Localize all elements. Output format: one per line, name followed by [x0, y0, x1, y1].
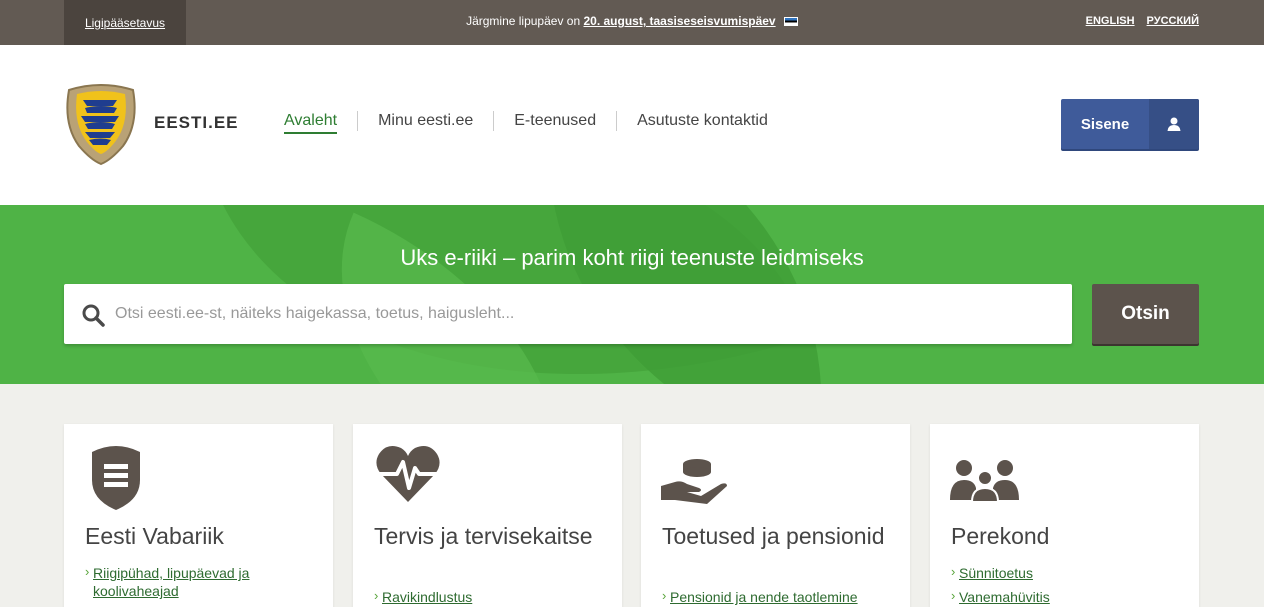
search-icon	[82, 304, 105, 327]
category-card-eesti-vabariik[interactable]: Eesti Vabariik Riigipühad, lipupäevad ja…	[64, 424, 333, 607]
coat-of-arms-logo[interactable]	[63, 84, 139, 166]
login-label: Sisene	[1080, 115, 1130, 133]
nav-home[interactable]: Avaleht	[284, 111, 357, 134]
lang-russian[interactable]: РУССКИЙ	[1147, 15, 1199, 27]
estonian-flag-icon	[783, 17, 798, 27]
category-card-perekond[interactable]: Perekond Sünnitoetus Vanemahüvitis	[930, 424, 1199, 607]
card-links: Pensionid ja nende taotlemine	[662, 587, 858, 607]
card-links: Sünnitoetus Vanemahüvitis	[951, 563, 1050, 607]
category-card-tervis[interactable]: Tervis ja tervisekaitse Ravikindlustus	[353, 424, 622, 607]
flag-day-link[interactable]: 20. august, taasiseseisvumispäev	[583, 14, 775, 28]
card-link[interactable]: Ravikindlustus	[374, 587, 472, 606]
card-link-text[interactable]: Riigipühad, lipupäevad ja koolivaheajad	[93, 565, 249, 599]
card-link[interactable]: Pensionid ja nende taotlemine	[662, 587, 858, 606]
flag-day-text: Järgmine lipupäev on	[466, 14, 581, 28]
nav-home-label: Avaleht	[284, 112, 338, 134]
card-title: Perekond	[951, 523, 1050, 549]
card-links: Ravikindlustus	[374, 587, 472, 607]
card-link[interactable]: Vanemahüvitis	[951, 587, 1050, 606]
nav-e-services[interactable]: E-teenused	[493, 111, 616, 131]
hero-banner: Uks e-riiki – parim koht riigi teenuste …	[0, 205, 1264, 384]
search-button[interactable]: Otsin	[1092, 284, 1199, 344]
user-icon	[1149, 99, 1199, 149]
login-button[interactable]: Sisene	[1061, 99, 1199, 149]
site-brand[interactable]: EESTI.EE	[154, 113, 239, 133]
card-links: Riigipühad, lipupäevad ja koolivaheajad	[85, 563, 333, 606]
card-link[interactable]: Sünnitoetus	[951, 563, 1050, 582]
card-title: Tervis ja tervisekaitse	[374, 523, 593, 549]
site-header: EESTI.EE Avaleht Minu eesti.ee E-teenuse…	[0, 45, 1264, 205]
top-bar: Ligipääsetavus Järgmine lipupäev on 20. …	[0, 0, 1264, 45]
card-link-text[interactable]: Pensionid ja nende taotlemine	[670, 589, 858, 605]
nav-my-eesti[interactable]: Minu eesti.ee	[357, 111, 493, 131]
main-nav: Avaleht Minu eesti.ee E-teenused Asutust…	[284, 111, 788, 134]
hero-title: Uks e-riiki – parim koht riigi teenuste …	[400, 245, 864, 270]
card-link-text[interactable]: Ravikindlustus	[382, 589, 472, 605]
shield-icon	[92, 446, 140, 510]
category-card-toetused[interactable]: Toetused ja pensionid Pensionid ja nende…	[641, 424, 910, 607]
card-title: Toetused ja pensionid	[662, 523, 885, 549]
flag-day-notice: Järgmine lipupäev on 20. august, taasise…	[0, 14, 1264, 28]
search-input[interactable]: Otsi eesti.ee-st, näiteks haigekassa, to…	[64, 284, 1072, 344]
nav-contacts[interactable]: Asutuste kontaktid	[616, 111, 788, 131]
card-title: Eesti Vabariik	[85, 523, 224, 549]
lang-english[interactable]: ENGLISH	[1086, 15, 1135, 27]
card-link-text[interactable]: Sünnitoetus	[959, 565, 1033, 581]
heart-pulse-icon	[376, 446, 440, 502]
card-link[interactable]: Riigipühad, lipupäevad ja koolivaheajad	[85, 563, 333, 600]
language-switcher: ENGLISH РУССКИЙ	[1086, 15, 1199, 27]
hand-coins-icon	[661, 459, 727, 504]
search-placeholder: Otsi eesti.ee-st, näiteks haigekassa, to…	[115, 305, 515, 322]
card-link-text[interactable]: Vanemahüvitis	[959, 589, 1050, 605]
family-icon	[950, 460, 1019, 503]
